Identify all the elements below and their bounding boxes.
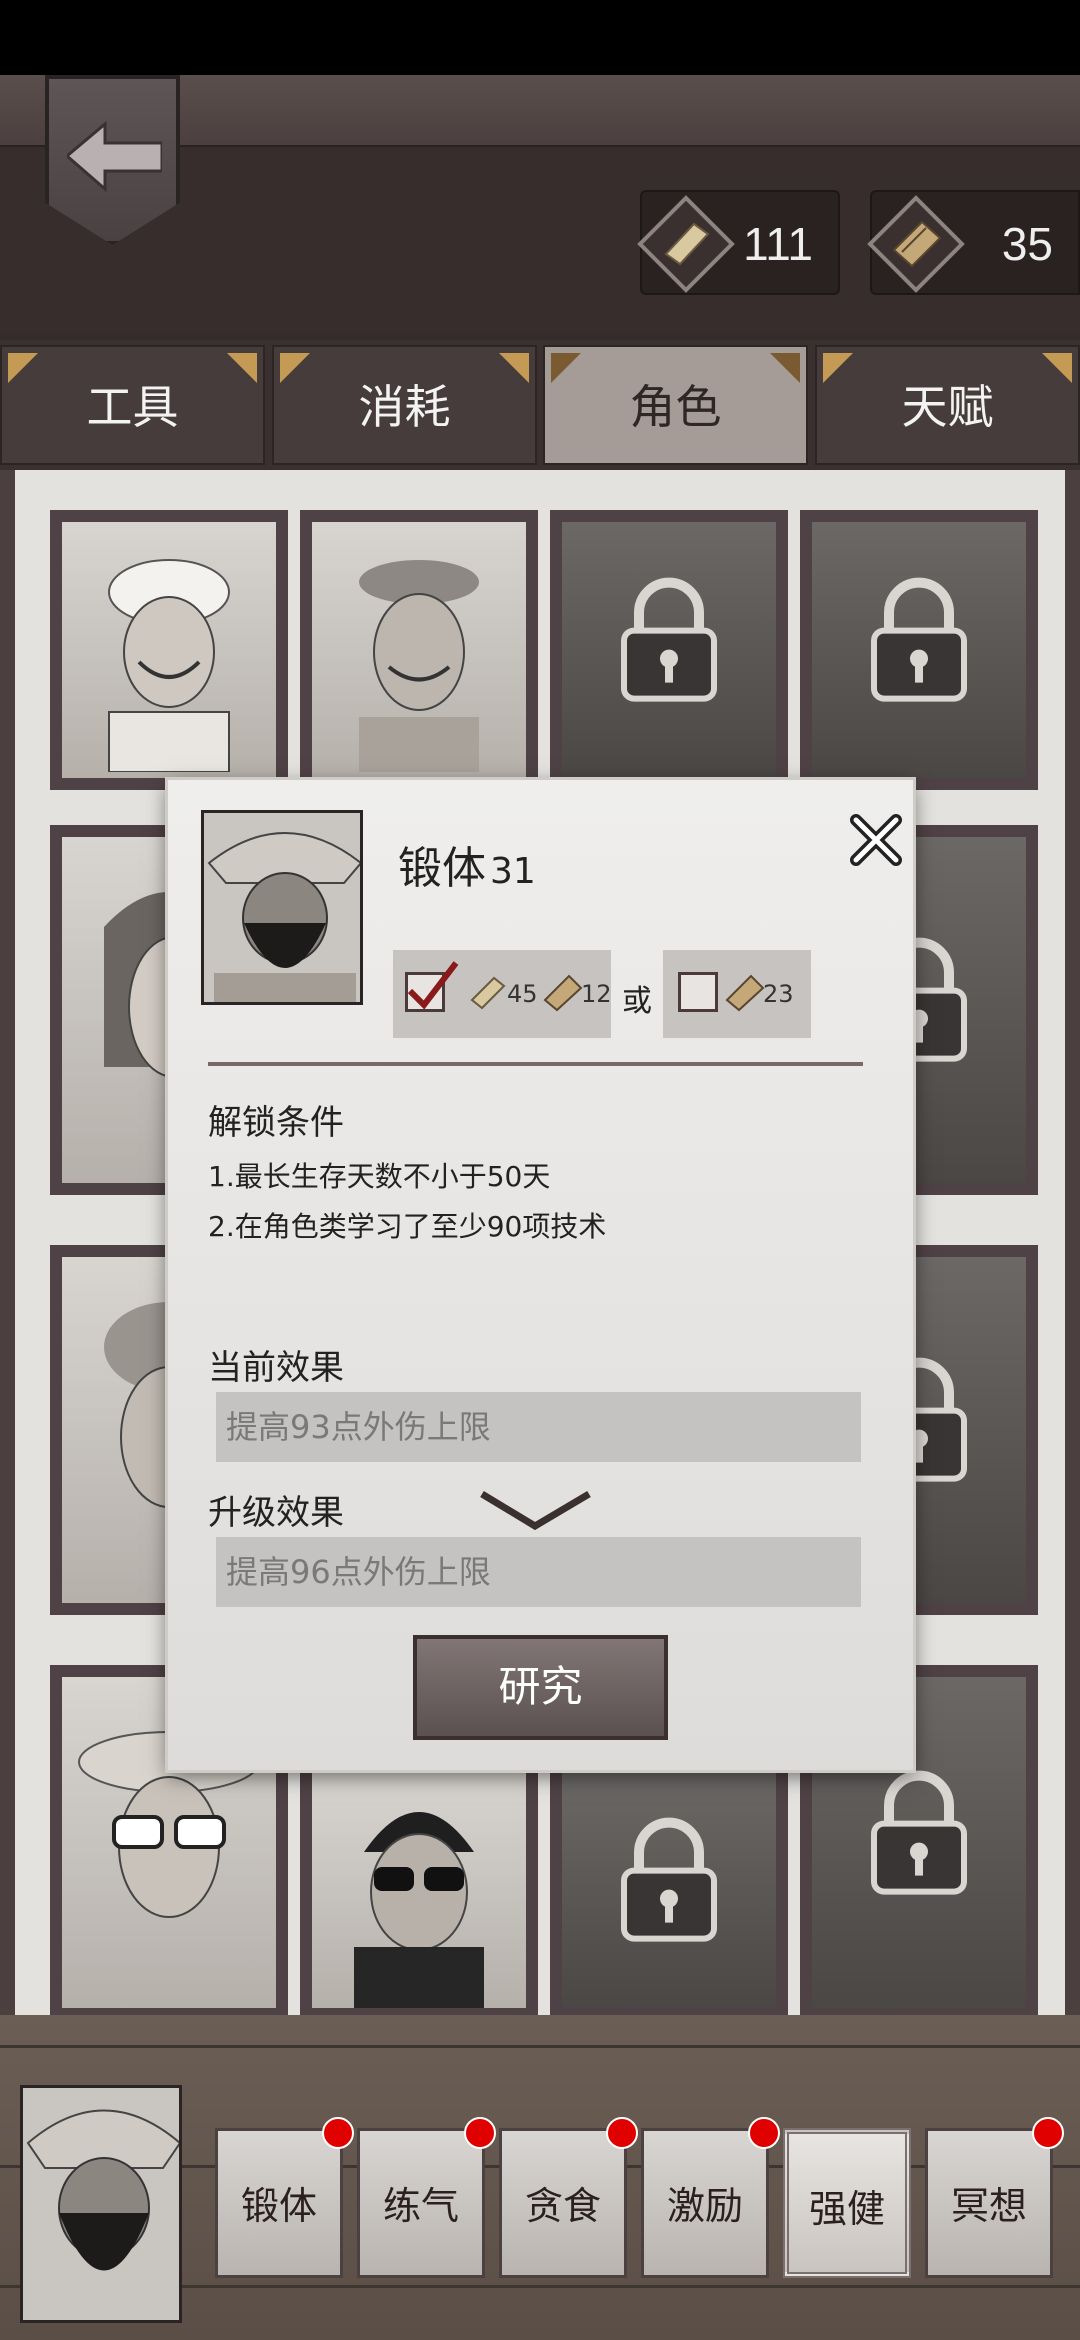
parchment-counter: 111 — [637, 190, 840, 295]
tab-talents[interactable]: 天赋 — [815, 345, 1080, 465]
scroll-icon — [867, 195, 965, 293]
close-icon[interactable] — [846, 810, 906, 870]
survivor-portrait — [359, 560, 479, 772]
scroll-counter: 35 — [867, 190, 1080, 295]
chef-portrait — [108, 559, 230, 772]
character-card-locked[interactable] — [550, 510, 788, 790]
skill-button-gluttony[interactable]: 贪食 — [499, 2117, 638, 2278]
current-effect: 提高93点外伤上限 — [216, 1392, 861, 1462]
or-label: 或 — [622, 984, 652, 1019]
character-card[interactable] — [300, 510, 538, 790]
cost-option-b-checkbox[interactable] — [678, 972, 718, 1012]
unlock-condition: 1.最长生存天数不小于50天 — [208, 1160, 551, 1193]
skill-button-meditate[interactable]: 冥想 — [925, 2117, 1064, 2278]
tab-tools-label: 工具 — [86, 380, 179, 434]
tab-characters[interactable]: 角色 — [543, 345, 808, 465]
notification-badge — [464, 2117, 496, 2149]
category-tabs: 工具 消耗 角色 天赋 — [0, 345, 1080, 470]
skill-button-label: 贪食 — [524, 2184, 601, 2228]
skill-detail-dialog: 锻体 31 45 12 或 23 解锁条件 1.最长生存天数不小于50天 2.在角… — [168, 780, 913, 1770]
skill-title: 锻体 31 — [398, 832, 536, 896]
lock-icon — [621, 577, 717, 702]
parchment-count: 111 — [743, 218, 813, 270]
research-button[interactable]: 研究 — [413, 1635, 668, 1740]
unlock-condition: 2.在角色类学习了至少90项技术 — [208, 1210, 607, 1243]
skill-button-inspire[interactable]: 激励 — [641, 2117, 780, 2278]
cost-option-a[interactable]: 45 12 — [393, 950, 612, 1038]
tab-talents-label: 天赋 — [901, 380, 994, 434]
research-button-label: 研究 — [498, 1662, 583, 1711]
beanie-sunglasses-portrait — [354, 1812, 484, 2008]
cost-option-b[interactable]: 23 — [663, 950, 811, 1038]
skill-button-label: 冥想 — [950, 2184, 1027, 2228]
skill-button-body[interactable]: 锻体 — [215, 2117, 354, 2278]
skill-level: 31 — [490, 851, 536, 892]
skill-name: 锻体 — [398, 843, 486, 894]
bottom-bar: 锻体 练气 贪食 激励 强健 冥想 — [0, 2015, 1080, 2340]
tab-consumables-label: 消耗 — [358, 380, 451, 434]
notification-badge — [322, 2117, 354, 2149]
skill-button-label: 激励 — [666, 2184, 743, 2228]
parchment-icon — [470, 976, 506, 1010]
parchment-icon — [637, 195, 735, 293]
lock-icon — [871, 1770, 967, 1895]
pirate-portrait — [26, 2109, 179, 2271]
tab-tools[interactable]: 工具 — [0, 345, 265, 465]
scroll-count: 35 — [1001, 218, 1053, 270]
skill-button-robust[interactable]: 强健 — [783, 2128, 911, 2278]
cost-option-a-checkbox[interactable] — [405, 961, 459, 1012]
upgrade-effect: 提高96点外伤上限 — [216, 1537, 861, 1607]
skill-button-label: 锻体 — [240, 2184, 317, 2228]
notification-badge — [1032, 2117, 1064, 2149]
skill-button-label: 练气 — [382, 2184, 459, 2228]
character-card-locked[interactable] — [800, 510, 1038, 790]
character-card-locked[interactable] — [550, 1760, 788, 2020]
current-effect-heading: 当前效果 — [208, 1348, 344, 1388]
lock-icon — [621, 1817, 717, 1942]
checkmark-icon — [407, 961, 459, 1010]
cost-b-scroll: 23 — [763, 980, 794, 1008]
skill-button-label: 强健 — [808, 2187, 885, 2231]
status-bar — [0, 0, 1080, 75]
tab-characters-label: 角色 — [629, 380, 722, 434]
skill-button-qi[interactable]: 练气 — [357, 2117, 496, 2278]
notification-badge — [606, 2117, 638, 2149]
scroll-icon — [725, 974, 765, 1012]
upgrade-effect-heading: 升级效果 — [208, 1493, 344, 1533]
lock-icon — [871, 577, 967, 702]
chevron-down-icon — [480, 1490, 591, 1531]
character-card[interactable] — [50, 510, 288, 790]
notification-badge — [748, 2117, 780, 2149]
selected-character-portrait[interactable] — [20, 2085, 182, 2323]
character-card[interactable] — [300, 1760, 538, 2020]
divider — [208, 1062, 863, 1066]
cost-a-parchment: 45 — [507, 980, 538, 1008]
tab-consumables[interactable]: 消耗 — [272, 345, 537, 465]
pirate-portrait — [207, 832, 360, 1002]
cost-a-scroll: 12 — [581, 980, 612, 1008]
unlock-heading: 解锁条件 — [208, 1103, 344, 1143]
scroll-icon — [543, 974, 583, 1012]
back-arrow-icon — [67, 120, 162, 193]
skill-portrait — [201, 810, 363, 1005]
